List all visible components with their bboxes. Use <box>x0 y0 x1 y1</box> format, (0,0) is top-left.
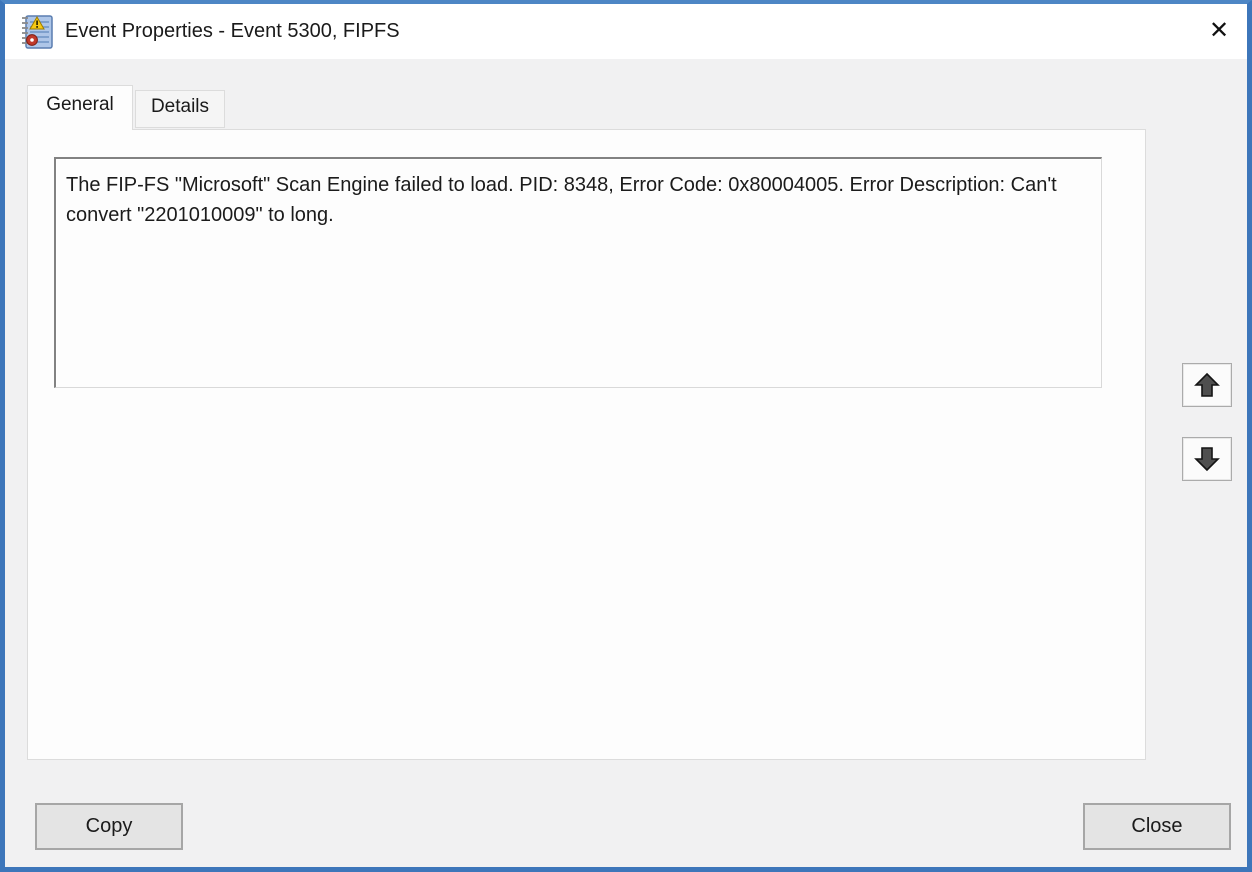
dialog-title: Event Properties - Event 5300, FIPFS <box>65 20 400 43</box>
copy-button[interactable]: Copy <box>35 803 183 850</box>
event-properties-dialog: Event Properties - Event 5300, FIPFS ✕ G… <box>0 0 1252 872</box>
tab-general[interactable]: General <box>27 85 133 130</box>
tab-details[interactable]: Details <box>135 90 225 128</box>
close-button[interactable]: Close <box>1083 803 1231 850</box>
close-icon[interactable]: ✕ <box>1195 6 1243 54</box>
arrow-up-icon <box>1193 371 1221 399</box>
tab-details-label: Details <box>151 96 209 118</box>
event-description-text[interactable]: The FIP-FS "Microsoft" Scan Engine faile… <box>54 157 1102 388</box>
next-event-button[interactable] <box>1182 437 1232 481</box>
tab-general-label: General <box>46 94 114 116</box>
event-log-icon <box>20 14 54 50</box>
previous-event-button[interactable] <box>1182 363 1232 407</box>
general-tab-panel: The FIP-FS "Microsoft" Scan Engine faile… <box>27 129 1146 760</box>
title-bar: Event Properties - Event 5300, FIPFS ✕ <box>5 4 1247 59</box>
arrow-down-icon <box>1193 445 1221 473</box>
